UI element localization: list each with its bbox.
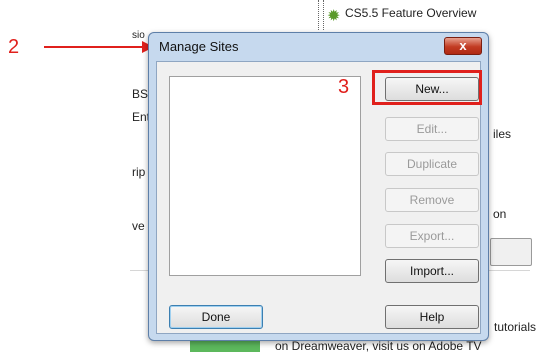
annotation-label-2: 2 xyxy=(8,36,20,58)
import-button[interactable]: Import... xyxy=(385,259,479,283)
dialog-titlebar[interactable]: Manage Sites x xyxy=(149,33,488,61)
feature-overview-link[interactable]: CS5.5 Feature Overview xyxy=(345,6,476,20)
close-button[interactable]: x xyxy=(444,37,482,55)
remove-button[interactable]: Remove xyxy=(385,188,479,212)
feature-star-icon: ✹ xyxy=(327,8,341,25)
dialog-title: Manage Sites xyxy=(159,39,239,54)
sites-list[interactable] xyxy=(169,76,361,276)
close-icon: x xyxy=(459,38,467,53)
bg-tutorials-link[interactable]: tutorials xyxy=(494,320,536,334)
export-button[interactable]: Export... xyxy=(385,224,479,248)
bg-fragment-7: on xyxy=(493,207,507,221)
edit-button[interactable]: Edit... xyxy=(385,117,479,141)
background-button[interactable] xyxy=(490,238,532,266)
new-button-highlight xyxy=(372,70,482,105)
duplicate-button[interactable]: Duplicate xyxy=(385,152,479,176)
bg-adobe-tv-text: on Dreamweaver, visit us on Adobe TV xyxy=(275,339,482,353)
bg-fragment-6: iles xyxy=(493,127,512,141)
bg-fragment-4: rip xyxy=(132,165,146,179)
help-button[interactable]: Help xyxy=(385,305,479,329)
annotation-arrow-icon xyxy=(44,41,154,53)
bg-fragment-5: ve xyxy=(132,219,145,233)
background-green-badge xyxy=(190,340,260,352)
annotation-label-3: 3 xyxy=(338,76,350,98)
bg-fragment-2: BS xyxy=(132,87,149,101)
done-button[interactable]: Done xyxy=(169,305,263,329)
panel-gripper xyxy=(318,0,324,30)
